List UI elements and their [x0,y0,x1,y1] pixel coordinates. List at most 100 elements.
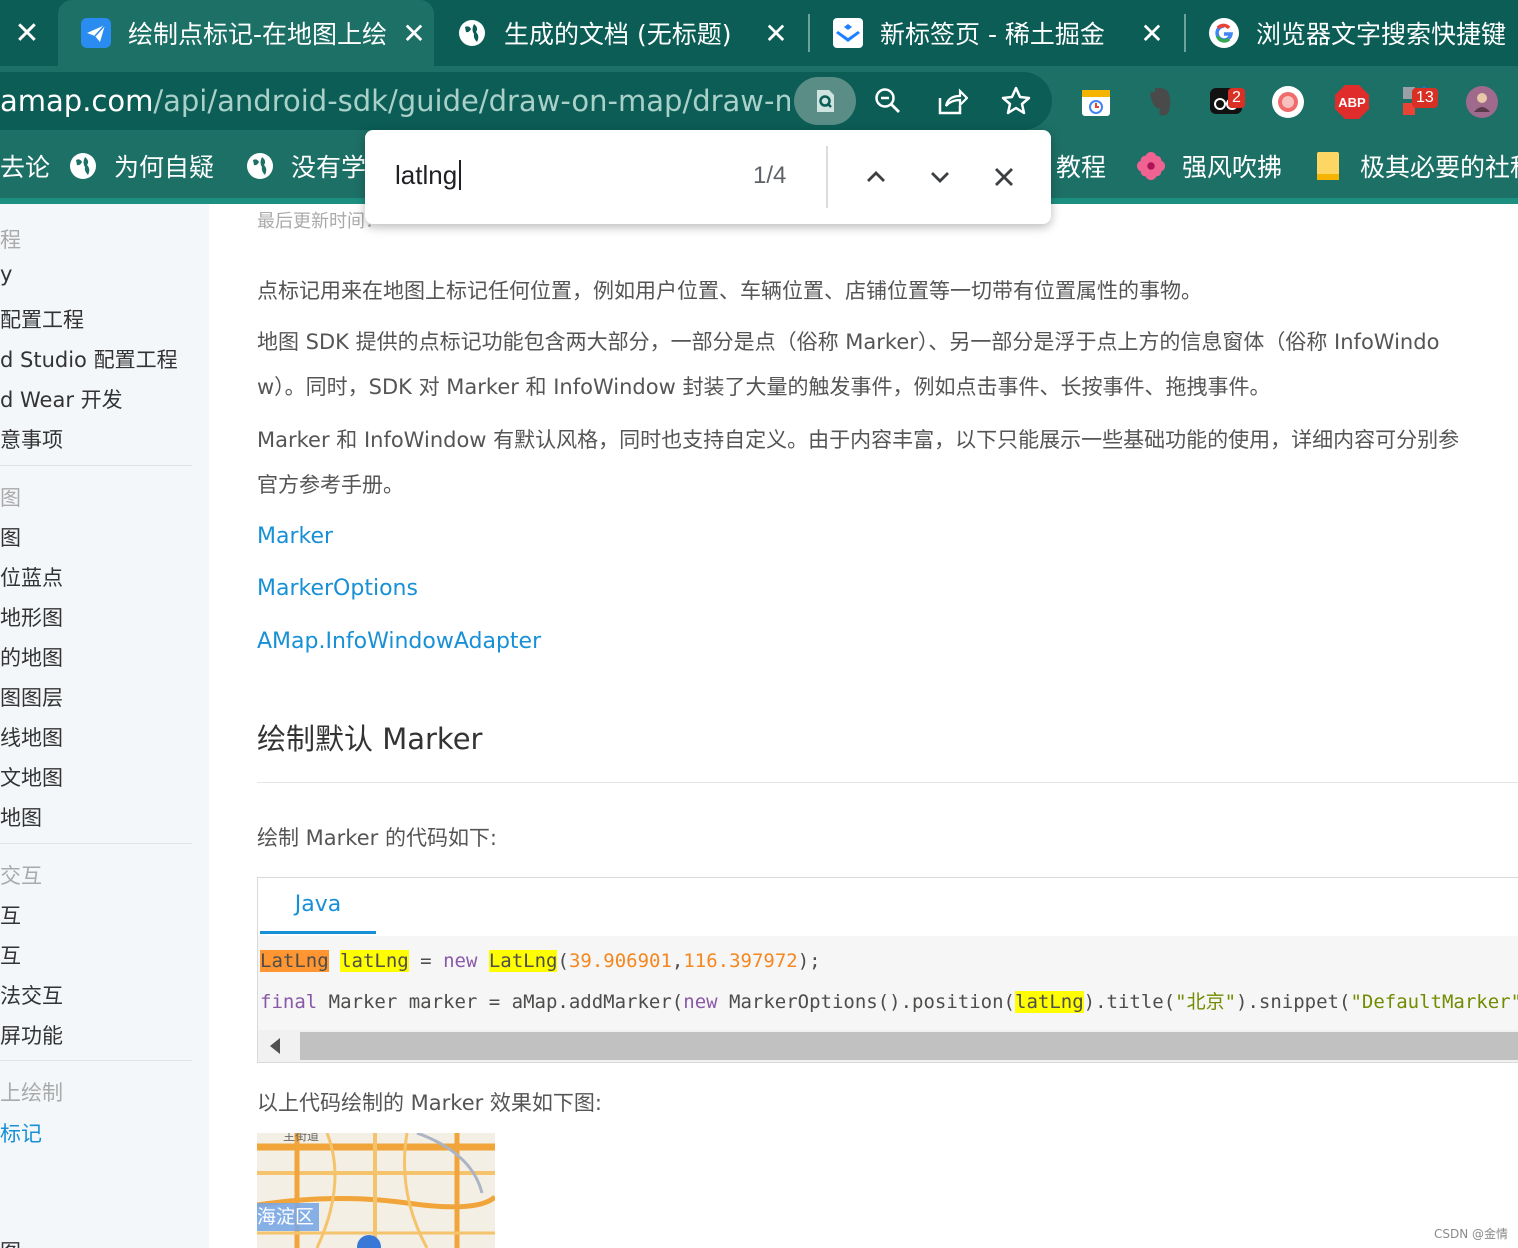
find-close-button[interactable] [981,154,1027,200]
bookmark-label: 去论 [0,153,51,182]
flower-icon [1136,151,1166,181]
extensions-puzzle-icon[interactable]: 13 [1398,82,1438,122]
profile-avatar-icon[interactable] [1462,82,1502,122]
sidebar-item[interactable]: d Studio 配置工程 [0,344,178,374]
tab-title: 绘制点标记-在地图上绘 [128,20,388,49]
bookmark-item[interactable]: 教程 [1056,136,1106,196]
bookmark-item[interactable]: 去论 [0,136,50,196]
bookmark-item[interactable]: 没有学 [245,136,366,196]
link-marker[interactable]: Marker [257,524,333,549]
sidebar-divider [0,1060,192,1061]
find-query: latlng [395,160,458,190]
browser-toolbar: amap.com/api/android-sdk/guide/draw-on-m… [0,66,1518,136]
bookmark-label: 没有学 [291,153,367,182]
abp-label: ABP [1338,95,1366,110]
tab-separator [808,14,810,52]
code-string: "DefaultMarker" [1350,991,1518,1013]
close-icon[interactable]: ✕ [394,17,434,50]
share-icon [938,88,968,115]
url-path: /api/android-sdk/guide/draw-on-map/draw-… [153,84,790,118]
sidebar-item[interactable]: 配置工程 [0,304,84,334]
bookmark-item[interactable]: 强风吹拂 [1136,136,1282,196]
doc-sidebar: 程 y 配置工程 d Studio 配置工程 d Wear 开发 意事项 图 图… [0,204,209,1248]
media-extension-icon[interactable]: 2 [1206,82,1246,122]
chevron-down-icon [931,172,949,183]
sidebar-item[interactable]: 图 [0,522,21,552]
sidebar-item-active[interactable]: 标记 [0,1118,42,1148]
intro-paragraph: 点标记用来在地图上标记任何位置，例如用户位置、车辆位置、店铺位置等一切带有位置属… [257,279,1202,303]
evernote-extension-icon[interactable] [1140,82,1180,122]
sidebar-item[interactable]: 屏功能 [0,1020,63,1050]
code-area: LatLng latLng = new LatLng(39.906901,116… [258,936,1518,1030]
link-infowindow-adapter[interactable]: AMap.InfoWindowAdapter [257,629,541,654]
sidebar-group: 交互 [0,864,42,888]
address-bar[interactable]: amap.com/api/android-sdk/guide/draw-on-m… [0,72,1052,130]
find-in-page-button[interactable] [794,77,856,125]
sidebar-item[interactable]: d Wear 开发 [0,384,123,414]
find-match: latLng [340,950,409,972]
record-extension-icon[interactable] [1268,82,1308,122]
link-marker-options[interactable]: MarkerOptions [257,576,418,601]
result-intro: 以上代码绘制的 Marker 效果如下图: [257,1091,603,1115]
google-icon [1208,17,1240,49]
code-token: ).snippet( [1236,991,1351,1013]
code-tab-java[interactable]: Java [260,878,376,934]
url-host: amap.com [0,84,154,118]
find-input[interactable]: latlng [395,160,462,191]
code-number: 39.906901 [568,950,672,972]
paper-plane-icon [80,17,112,49]
sidebar-item[interactable]: 地形图 [0,602,63,632]
sidebar-item[interactable]: 互 [0,900,21,930]
sidebar-item[interactable]: 文地图 [0,762,63,792]
zoom-button[interactable] [864,77,912,125]
bookmark-item[interactable]: 极其必要的社科 [1314,136,1518,196]
close-icon [995,168,1013,186]
sidebar-item[interactable]: 的地图 [0,642,63,672]
tab-title: 新标签页 - 稀土掘金 [880,20,1105,49]
code-number: 116.397972 [683,950,798,972]
horizontal-scrollbar[interactable] [258,1030,1518,1062]
juejin-icon [832,17,864,49]
bookmark-label: 教程 [1056,153,1107,182]
close-icon[interactable]: ✕ [1132,17,1172,50]
sidebar-item[interactable]: 意事项 [0,424,63,454]
scrollbar-thumb[interactable] [300,1032,1518,1060]
tab-generated-doc[interactable]: 生成的文档 (无标题) ✕ [456,0,796,66]
sidebar-item[interactable]: 法交互 [0,980,63,1010]
sidebar-item[interactable]: 图图层 [0,682,63,712]
tab-strip: ✕ 绘制点标记-在地图上绘 ✕ 生成的文档 (无标题) ✕ 新标签页 - 稀土掘… [0,0,1518,66]
calendar-extension-icon[interactable] [1076,82,1116,122]
tab-title: 浏览器文字搜索快捷键 [1256,20,1507,49]
tab-draw-marker[interactable]: 绘制点标记-在地图上绘 ✕ [58,0,434,66]
close-icon[interactable]: ✕ [756,17,796,50]
tab-juejin[interactable]: 新标签页 - 稀土掘金 ✕ [832,0,1172,66]
bookmark-label: 强风吹拂 [1182,153,1283,182]
tab-google-search[interactable]: 浏览器文字搜索快捷键 [1208,0,1518,66]
star-icon [1001,86,1031,115]
adblock-plus-icon[interactable]: ABP [1332,82,1372,122]
code-line-2: final Marker marker = aMap.addMarker(new… [260,987,1518,1014]
bookmark-star-button[interactable] [992,77,1040,125]
code-keyword: new [683,991,718,1013]
sidebar-item[interactable]: 地图 [0,802,42,832]
sidebar-item[interactable]: 线地图 [0,722,63,752]
code-token: ); [797,950,821,972]
find-match-count: 1/4 [753,162,787,189]
find-next-button[interactable] [917,154,963,200]
code-token: , [671,950,684,972]
find-in-page-icon [817,90,834,112]
bookmark-item[interactable]: 为何自疑 [68,136,214,196]
close-tab-button[interactable]: ✕ [0,0,54,66]
share-button[interactable] [928,77,976,125]
sidebar-group: 上绘制 [0,1081,63,1105]
code-intro: 绘制 Marker 的代码如下: [257,826,498,850]
code-token: MarkerOptions().position( [717,991,1015,1013]
sidebar-item[interactable]: 位蓝点 [0,562,63,592]
sidebar-item[interactable]: 互 [0,940,21,970]
find-previous-button[interactable] [853,154,899,200]
sidebar-item[interactable]: 图 [0,1236,21,1248]
url-text[interactable]: amap.com/api/android-sdk/guide/draw-on-m… [0,84,790,118]
scroll-left-arrow-icon [270,1038,280,1054]
bookmark-label: 极其必要的社科 [1360,153,1518,182]
sidebar-item[interactable]: y [0,262,12,286]
